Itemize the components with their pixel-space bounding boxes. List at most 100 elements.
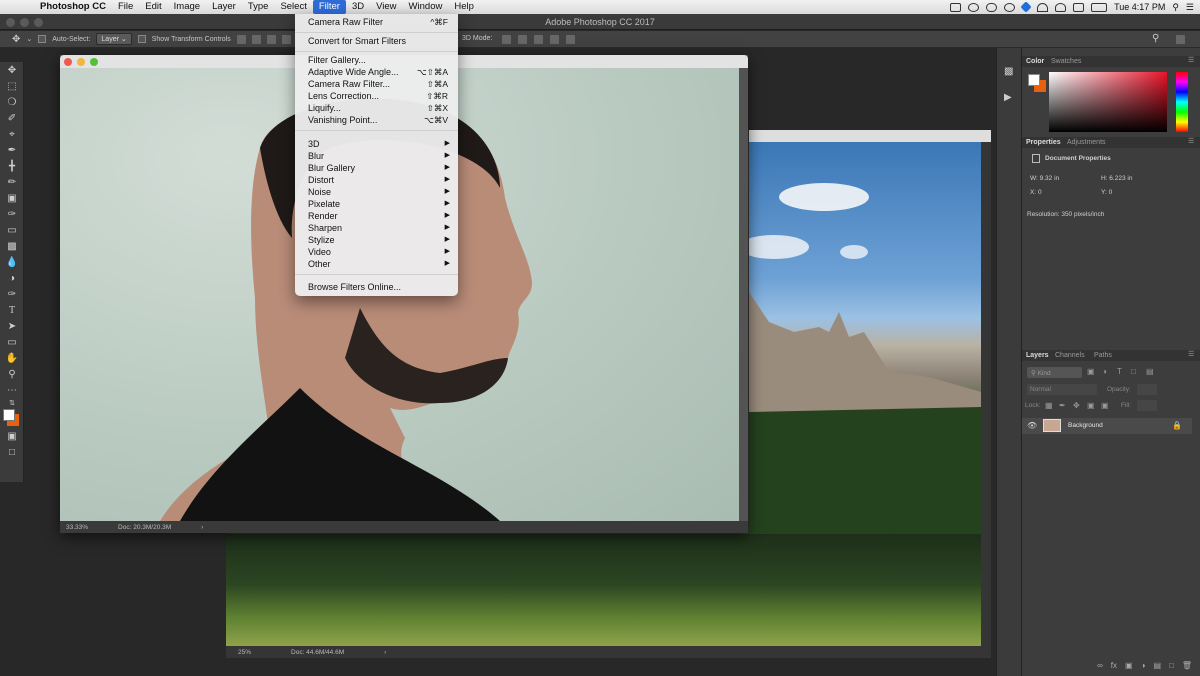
menu-item-convert-smart-filters[interactable]: Convert for Smart Filters [295, 35, 458, 47]
filter-smart-icon[interactable]: ▤ [1146, 367, 1154, 376]
zoom-tool-icon[interactable]: ⚲ [0, 366, 24, 382]
trash-icon[interactable]: 🗑 [1182, 661, 1192, 670]
menu-filter[interactable]: Filter [312, 0, 346, 14]
menu-item-other[interactable]: Other ▶ [295, 258, 458, 270]
menu-type[interactable]: Type [242, 0, 275, 14]
menu-item-adaptive-wide-angle[interactable]: Adaptive Wide Angle... ⌥⇧⌘A [295, 66, 458, 78]
search-icon[interactable]: ⚲ [1152, 33, 1159, 44]
menu-3d[interactable]: 3D [346, 0, 370, 14]
crop-tool-icon[interactable]: ⌖ [0, 126, 24, 142]
gear-icon[interactable] [968, 2, 980, 12]
lock-icon[interactable]: 🔒 [1172, 421, 1182, 430]
hand-tool-icon[interactable]: ✋ [0, 350, 24, 366]
menu-help[interactable]: Help [448, 0, 480, 14]
auto-select-checkbox[interactable] [38, 35, 47, 43]
menu-item-stylize[interactable]: Stylize ▶ [295, 234, 458, 246]
lock-pixels-icon[interactable]: ✒ [1059, 401, 1066, 410]
search-icon[interactable]: ⚲ [1172, 2, 1179, 13]
menu-item-browse-filters-online[interactable]: Browse Filters Online... [295, 281, 458, 293]
move-tool-icon[interactable]: ✥ [12, 34, 20, 45]
healing-brush-icon[interactable]: ╋ [0, 158, 24, 174]
type-tool-icon[interactable]: T [0, 302, 24, 318]
sync-icon[interactable] [1004, 2, 1016, 12]
menu-app-name[interactable]: Photoshop CC [34, 0, 112, 14]
blur-tool-icon[interactable]: 💧 [0, 254, 24, 270]
shape-tool-icon[interactable]: ▭ [0, 334, 24, 350]
menu-edit[interactable]: Edit [139, 0, 167, 14]
fill-field[interactable] [1137, 400, 1157, 411]
clone-stamp-icon[interactable]: ▣ [0, 190, 24, 206]
foreground-color-swatch[interactable] [1028, 74, 1040, 86]
doc-size[interactable]: Doc: 44.6M/44.6M [291, 649, 344, 656]
x-field[interactable]: X: 0 [1030, 189, 1042, 196]
hue-slider[interactable] [1176, 72, 1188, 132]
3d-roll-icon[interactable] [518, 35, 527, 44]
landscape-document-titlebar[interactable] [749, 130, 991, 142]
swap-colors-icon[interactable]: ⇅ [0, 398, 24, 408]
screen-icon[interactable] [950, 2, 962, 12]
menu-item-camera-raw-filter[interactable]: Camera Raw Filter... ⇧⌘A [295, 78, 458, 90]
tab-layers[interactable]: Layers [1026, 352, 1049, 359]
screen-mode-icon[interactable]: □ [0, 444, 24, 460]
new-group-icon[interactable]: ▤ [1153, 661, 1161, 670]
quick-select-tool-icon[interactable]: ✐ [0, 110, 24, 126]
menu-item-liquify[interactable]: Liquify... ⇧⌘X [295, 102, 458, 114]
adjustment-layer-icon[interactable]: ◑ [1141, 661, 1146, 670]
tab-channels[interactable]: Channels [1055, 352, 1085, 359]
menu-view[interactable]: View [370, 0, 402, 14]
lock-position-icon[interactable]: ✥ [1073, 401, 1080, 410]
zoom-level[interactable]: 25% [238, 649, 251, 656]
foreground-color-swatch[interactable] [3, 409, 15, 421]
dodge-tool-icon[interactable]: ◑ [0, 270, 24, 286]
3d-slide-icon[interactable] [550, 35, 559, 44]
menu-item-lens-correction[interactable]: Lens Correction... ⇧⌘R [295, 90, 458, 102]
marquee-tool-icon[interactable]: ⬚ [0, 78, 24, 94]
menu-item-render[interactable]: Render ▶ [295, 210, 458, 222]
lock-transparent-icon[interactable]: ▦ [1045, 401, 1053, 410]
fx-icon[interactable]: fx [1111, 661, 1117, 670]
history-panel-icon[interactable]: ▩ [1004, 66, 1013, 77]
brush-tool-icon[interactable]: ✏ [0, 174, 24, 190]
eye-icon[interactable]: 👁 [1027, 421, 1037, 430]
panel-menu-icon[interactable]: ☰ [1188, 137, 1194, 145]
list-icon[interactable]: ☰ [1186, 2, 1194, 13]
gradient-tool-icon[interactable]: ▩ [0, 238, 24, 254]
heart-icon[interactable] [1055, 2, 1067, 12]
align-middle-icon[interactable] [251, 34, 261, 44]
new-layer-icon[interactable]: □ [1169, 661, 1174, 670]
align-top-icon[interactable] [236, 34, 246, 44]
menu-item-3d[interactable]: 3D ▶ [295, 138, 458, 150]
add-mask-icon[interactable]: ▣ [1125, 661, 1133, 670]
menu-select[interactable]: Select [274, 0, 312, 14]
workspace-icon[interactable] [1176, 35, 1185, 44]
status-arrow-icon[interactable]: › [384, 649, 386, 656]
pen-tool-icon[interactable]: ✑ [0, 286, 24, 302]
tab-swatches[interactable]: Swatches [1051, 58, 1081, 65]
eyedropper-tool-icon[interactable]: ✒ [0, 142, 24, 158]
tool-preset-dropdown[interactable]: ⌄ [26, 35, 32, 43]
tab-color[interactable]: Color [1026, 58, 1044, 65]
width-field[interactable]: W: 9.32 in [1030, 175, 1059, 182]
3d-rotate-icon[interactable] [502, 35, 511, 44]
menu-item-video[interactable]: Video ▶ [295, 246, 458, 258]
close-doc-button[interactable] [64, 58, 72, 66]
landscape-image-lower[interactable] [226, 534, 981, 646]
color-swatches[interactable] [0, 408, 24, 428]
link-layers-icon[interactable]: ∞ [1097, 661, 1103, 670]
filter-type-icon[interactable]: T [1117, 367, 1122, 376]
doc-size[interactable]: Doc: 20.3M/20.3M [118, 524, 171, 531]
opacity-field[interactable] [1137, 384, 1157, 395]
filter-adjustment-icon[interactable]: ◑ [1102, 367, 1107, 376]
transform-controls-checkbox[interactable] [137, 35, 146, 43]
menu-item-vanishing-point[interactable]: Vanishing Point... ⌥⌘V [295, 114, 458, 126]
align-bottom-icon[interactable] [266, 34, 276, 44]
color-picker-field[interactable] [1049, 72, 1167, 132]
minimize-doc-button[interactable] [77, 58, 85, 66]
cloud-icon[interactable] [986, 2, 998, 12]
zoom-level[interactable]: 33.33% [66, 524, 88, 531]
menu-item-blur-gallery[interactable]: Blur Gallery ▶ [295, 162, 458, 174]
dropbox-icon[interactable] [1020, 1, 1032, 13]
lock-all-icon[interactable]: ▣ [1101, 401, 1109, 410]
lasso-tool-icon[interactable]: ❍ [0, 94, 24, 110]
history-brush-icon[interactable]: ✑ [0, 206, 24, 222]
